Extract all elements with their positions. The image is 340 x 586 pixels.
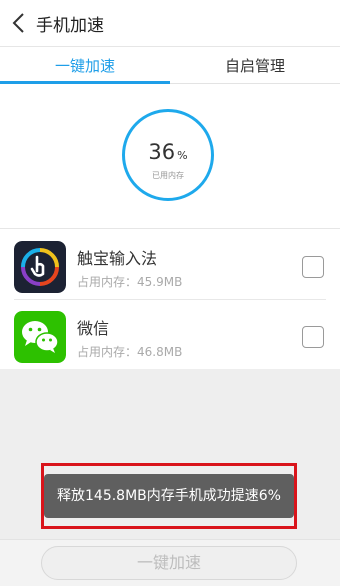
app-name: 触宝输入法 (77, 249, 158, 268)
app-memory-usage: 占用内存：46.8MB (77, 345, 183, 359)
app-memory-usage: 占用内存：45.9MB (77, 275, 183, 289)
wechat-icon (14, 311, 66, 363)
tab-autostart-management[interactable]: 自启管理 (170, 47, 340, 83)
list-item[interactable]: 触宝输入法 占用内存：45.9MB (0, 229, 340, 299)
app-select-checkbox[interactable] (302, 256, 324, 278)
list-item[interactable]: 微信 占用内存：46.8MB (0, 299, 340, 369)
app-name: 微信 (77, 319, 110, 338)
back-arrow-icon[interactable] (8, 10, 32, 36)
memory-usage-ring: 36% 已用内存 (122, 109, 214, 201)
bottom-bar: 一键加速 (0, 539, 340, 586)
tab-bar: 一键加速 自启管理 (0, 47, 340, 84)
memory-percent-unit: % (177, 149, 188, 162)
page-title: 手机加速 (36, 16, 104, 36)
memory-usage-panel: 36% 已用内存 (0, 84, 340, 228)
app-list: 触宝输入法 占用内存：45.9MB 微信 占用内存：46.8MB (0, 228, 340, 369)
memory-percent-value: 36 (148, 140, 176, 164)
one-key-boost-button[interactable]: 一键加速 (41, 546, 297, 580)
memory-percent: 36% (125, 140, 211, 164)
touchpal-keyboard-icon (14, 241, 66, 293)
app-select-checkbox[interactable] (302, 326, 324, 348)
memory-used-label: 已用内存 (152, 171, 184, 180)
tab-one-key-boost[interactable]: 一键加速 (0, 47, 170, 83)
app-header: 手机加速 (0, 0, 340, 47)
toast-message: 释放145.8MB内存手机成功提速6% (44, 474, 294, 518)
